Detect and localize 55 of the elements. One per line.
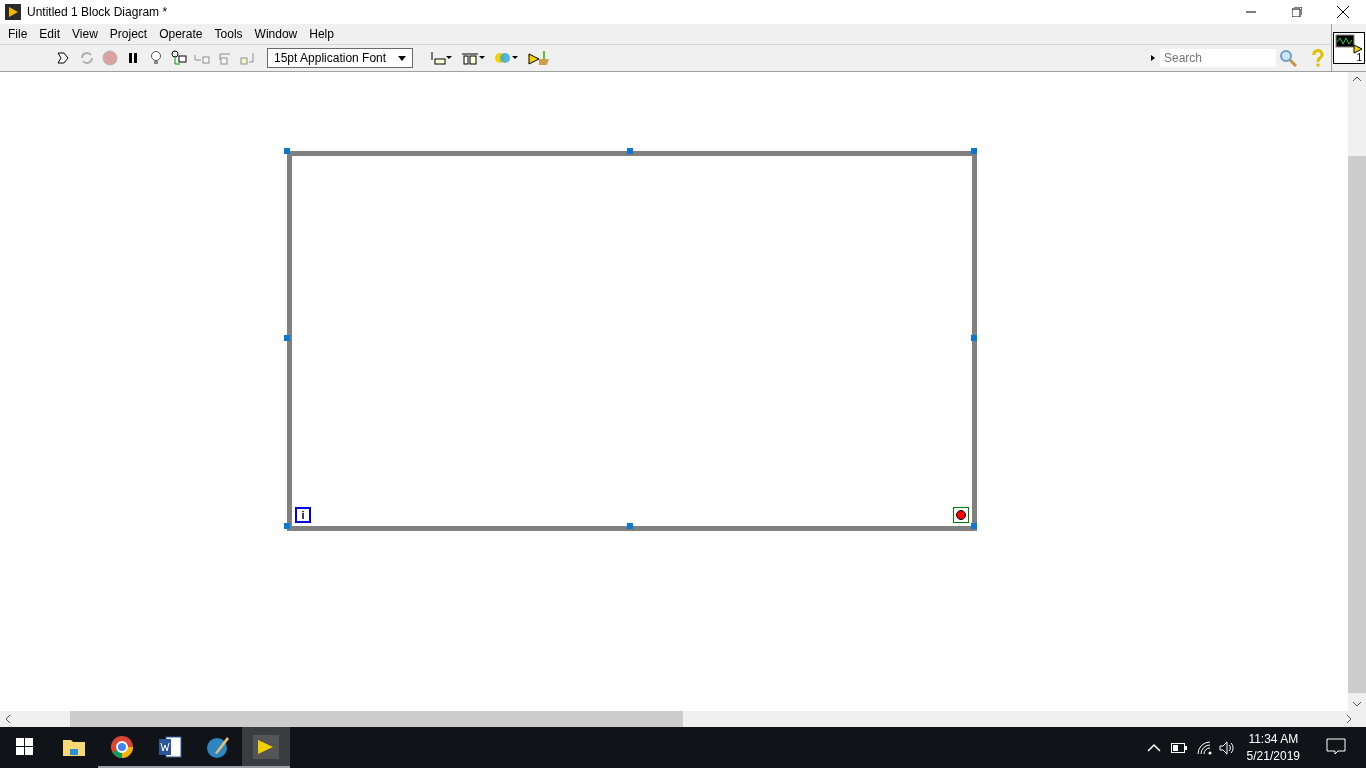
clock-date: 5/21/2019 [1246, 747, 1300, 765]
resize-handle[interactable] [284, 523, 290, 529]
battery-icon [1170, 742, 1187, 753]
circular-arrows-icon [79, 50, 95, 66]
step-arrow-icon [240, 50, 256, 66]
menu-item[interactable]: Window [248, 27, 304, 41]
wifi-icon [1196, 740, 1213, 755]
broom-icon [528, 50, 550, 66]
close-icon [1337, 6, 1349, 18]
menu-item[interactable]: Edit [33, 27, 67, 41]
help-icon [1311, 49, 1325, 67]
reorder-icon [494, 50, 518, 66]
restore-icon [1292, 7, 1302, 17]
app-icon [5, 4, 21, 20]
resize-handle[interactable] [971, 148, 977, 154]
clock-time: 11:34 AM [1248, 730, 1299, 748]
light-bulb-icon [148, 50, 164, 66]
app-icon [253, 734, 279, 759]
expand-arrow-icon [1149, 53, 1157, 63]
vertical-scrollbar[interactable] [1348, 72, 1366, 711]
horizontal-scrollbar[interactable] [0, 711, 1366, 727]
menu-item[interactable]: File [2, 27, 34, 41]
menu-item[interactable]: Project [103, 27, 154, 41]
window-title: Untitled 1 Block Diagram * [27, 5, 169, 19]
chevron-up-icon [1146, 742, 1161, 753]
document-icon [158, 735, 182, 758]
resize-handle[interactable] [971, 335, 977, 341]
browser-icon [110, 734, 134, 759]
align-objects-icon [428, 50, 452, 66]
taskbar-app[interactable] [242, 727, 290, 768]
resize-handle[interactable] [284, 148, 290, 154]
pen-icon [206, 734, 230, 759]
distribute-objects-icon [461, 50, 485, 66]
step-arrow-icon [217, 50, 233, 66]
resize-handle[interactable] [971, 523, 977, 529]
windows-logo-icon [15, 738, 33, 755]
stop-terminal-icon [953, 507, 969, 523]
font-dropdown[interactable]: 15pt Application Font [267, 48, 413, 68]
speaker-icon [1218, 740, 1235, 755]
probe-icon [171, 50, 187, 66]
search-icon [1279, 49, 1297, 67]
vi-number: 1 [1356, 51, 1362, 63]
menu-item[interactable]: Help [303, 27, 340, 41]
menu-item[interactable]: View [66, 27, 104, 41]
resize-handle[interactable] [284, 335, 290, 341]
menu-item[interactable]: Tools [208, 27, 249, 41]
iteration-terminal: i [295, 507, 311, 523]
stop-sign-icon [102, 50, 118, 66]
resize-handle[interactable] [627, 148, 633, 154]
resize-handle[interactable] [627, 523, 633, 529]
search-field[interactable]: Search [1160, 49, 1276, 67]
caret-icon [398, 55, 406, 61]
toolbar-button[interactable] [169, 48, 189, 68]
speech-bubble-icon [1326, 737, 1346, 756]
menu-item[interactable]: Operate [153, 27, 209, 41]
